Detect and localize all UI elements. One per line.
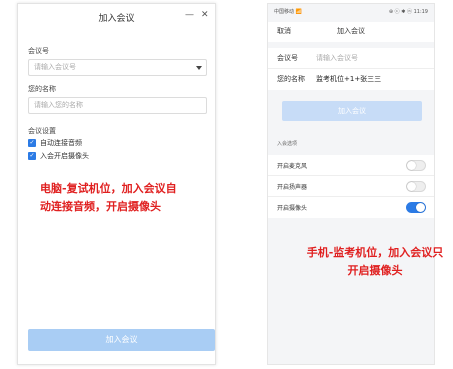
speaker-toggle-row: 开启扬声器: [268, 176, 434, 197]
mobile-annotation-line-1: 手机-监考机位，加入会议只: [306, 246, 444, 259]
checkbox-checked-icon[interactable]: ✓: [28, 139, 36, 147]
speaker-label: 开启扬声器: [277, 184, 308, 191]
mobile-join-button[interactable]: 加入会议: [282, 101, 422, 121]
nav-bar: 加入会议 取消: [268, 22, 434, 42]
meeting-id-placeholder: 请输入会议号: [34, 63, 76, 71]
name-input[interactable]: 请输入您的名称: [28, 97, 207, 114]
join-options-list: 开启麦克风 开启扬声器 开启摄像头: [268, 155, 434, 218]
mobile-annotation-line-2: 开启摄像头: [347, 264, 403, 277]
join-options-label: 入会选项: [277, 141, 298, 147]
mobile-name-row[interactable]: 您的名称 监考机位+1+张三三: [268, 69, 434, 90]
meeting-settings-label: 会议设置: [28, 127, 56, 135]
mobile-annotation: 手机-监考机位，加入会议只 开启摄像头: [295, 244, 453, 280]
camera-on-join-label: 入会开启摄像头: [40, 152, 89, 160]
mobile-meeting-id-input[interactable]: 请输入会议号: [316, 53, 358, 63]
desktop-join-button[interactable]: 加入会议: [28, 329, 215, 351]
chevron-down-icon[interactable]: [196, 66, 202, 70]
name-placeholder: 请输入您的名称: [34, 101, 83, 109]
checkbox-checked-icon[interactable]: ✓: [28, 152, 36, 160]
meeting-id-label: 会议号: [28, 47, 49, 55]
desktop-annotation-line-2: 动连接音频，开启摄像头: [40, 200, 161, 213]
close-icon[interactable]: ✕: [201, 10, 209, 20]
desktop-annotation-line-1: 电脑-复试机位，加入会议自: [40, 182, 177, 195]
mobile-form: 会议号 请输入会议号 您的名称 监考机位+1+张三三: [268, 48, 434, 90]
camera-on-join-checkbox[interactable]: ✓ 入会开启摄像头: [28, 151, 89, 161]
cancel-button[interactable]: 取消: [277, 26, 291, 36]
minimize-icon[interactable]: —: [185, 10, 194, 20]
name-label: 您的名称: [28, 85, 56, 93]
toggle-knob: [416, 203, 425, 212]
microphone-toggle-row: 开启麦克风: [268, 155, 434, 176]
mobile-meeting-id-label: 会议号: [277, 54, 298, 62]
status-bar: 中国移动 📶 ⊕ ⓒ ✱ ⓝ 11:19: [268, 4, 434, 22]
meeting-id-select[interactable]: 请输入会议号: [28, 59, 207, 76]
status-carrier: 中国移动 📶: [274, 9, 302, 15]
camera-label: 开启摄像头: [277, 205, 308, 212]
camera-toggle-row: 开启摄像头: [268, 197, 434, 218]
microphone-label: 开启麦克风: [277, 163, 308, 170]
mobile-join-screen: 中国移动 📶 ⊕ ⓒ ✱ ⓝ 11:19 加入会议 取消 会议号 请输入会议号 …: [267, 3, 435, 365]
toggle-knob: [407, 161, 416, 170]
auto-audio-checkbox[interactable]: ✓ 自动连接音频: [28, 138, 82, 148]
auto-audio-label: 自动连接音频: [40, 139, 82, 147]
desktop-annotation: 电脑-复试机位，加入会议自 动连接音频，开启摄像头: [40, 180, 208, 216]
mobile-name-label: 您的名称: [277, 75, 305, 83]
camera-toggle[interactable]: [406, 202, 426, 213]
speaker-toggle[interactable]: [406, 181, 426, 192]
status-indicators: ⊕ ⓒ ✱ ⓝ 11:19: [388, 9, 428, 15]
mobile-name-input[interactable]: 监考机位+1+张三三: [316, 74, 381, 84]
toggle-knob: [407, 182, 416, 191]
microphone-toggle[interactable]: [406, 160, 426, 171]
mobile-meeting-id-row[interactable]: 会议号 请输入会议号: [268, 48, 434, 69]
mobile-title: 加入会议: [337, 27, 365, 35]
